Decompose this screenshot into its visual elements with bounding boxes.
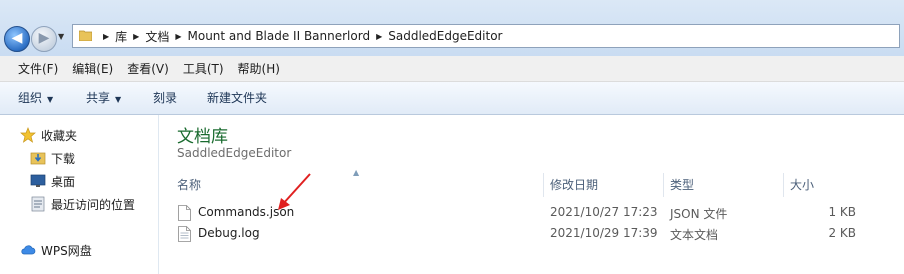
file-type: JSON 文件 — [670, 207, 728, 221]
column-header-type[interactable]: 类型 — [664, 173, 784, 197]
sidebar-item-downloads[interactable]: 下载 — [30, 148, 75, 168]
chevron-right-icon[interactable]: ▶ — [103, 32, 109, 41]
sidebar-item-label: 下载 — [51, 151, 76, 166]
menu-bar: 文件(F) 编辑(E) 查看(V) 工具(T) 帮助(H) — [0, 56, 904, 82]
menu-tools[interactable]: 工具(T) — [176, 60, 231, 77]
sidebar-item-label: WPS网盘 — [41, 243, 92, 258]
column-header-size[interactable]: 大小 — [784, 173, 862, 197]
burn-button[interactable]: 刻录 — [153, 82, 177, 114]
caret-down-icon: ▼ — [115, 95, 122, 104]
organize-label: 组织 — [18, 91, 43, 105]
chevron-right-icon[interactable]: ▶ — [133, 32, 139, 41]
back-button[interactable]: ◀ — [4, 26, 30, 52]
navigation-pane: 收藏夹 下载 桌面 最近访问的位置 WPS网盘 — [0, 115, 159, 274]
share-label: 共享 — [86, 91, 111, 105]
text-file-icon — [178, 226, 191, 242]
burn-label: 刻录 — [153, 91, 178, 105]
sidebar-item-label: 最近访问的位置 — [51, 197, 136, 212]
menu-edit[interactable]: 编辑(E) — [65, 60, 120, 77]
menu-help[interactable]: 帮助(H) — [231, 60, 287, 77]
file-name: Commands.json — [198, 205, 295, 219]
library-subtitle: SaddledEdgeEditor — [177, 146, 292, 160]
column-header-date[interactable]: 修改日期 — [544, 173, 664, 197]
address-bar[interactable]: ▶ 库 ▶ 文档 ▶ Mount and Blade II Bannerlord… — [72, 24, 900, 48]
organize-button[interactable]: 组织 ▼ — [18, 82, 53, 114]
desktop-icon — [30, 174, 46, 187]
command-bar: 组织 ▼ 共享 ▼ 刻录 新建文件夹 — [0, 82, 904, 115]
file-size: 1 KB — [828, 205, 856, 219]
file-list-pane: 文档库 SaddledEdgeEditor ▲ 名称 修改日期 类型 大小 Co… — [160, 115, 904, 274]
recent-pages-dropdown[interactable]: ▼ — [58, 30, 68, 44]
sidebar-item-favorites[interactable]: 收藏夹 — [20, 125, 77, 145]
file-type: 文本文档 — [670, 228, 719, 242]
breadcrumb-item[interactable]: 文档 — [145, 28, 169, 45]
cloud-icon — [21, 245, 36, 255]
file-date: 2021/10/27 17:23 — [550, 205, 658, 219]
file-name: Debug.log — [198, 226, 260, 240]
breadcrumb-item[interactable]: SaddledEdgeEditor — [388, 29, 502, 43]
file-row[interactable]: Debug.log 2021/10/29 17:39 文本文档 2 KB — [172, 224, 862, 245]
share-button[interactable]: 共享 ▼ — [86, 82, 121, 114]
sidebar-item-label: 桌面 — [51, 174, 76, 189]
new-folder-button[interactable]: 新建文件夹 — [207, 82, 267, 114]
star-icon — [20, 127, 36, 143]
caret-down-icon: ▼ — [47, 95, 54, 104]
breadcrumb-item[interactable]: 库 — [115, 28, 127, 45]
download-folder-icon — [30, 152, 46, 165]
chevron-right-icon[interactable]: ▶ — [175, 32, 181, 41]
new-folder-label: 新建文件夹 — [207, 91, 268, 105]
library-title: 文档库 — [177, 127, 228, 147]
breadcrumb: ▶ 库 ▶ 文档 ▶ Mount and Blade II Bannerlord… — [97, 25, 503, 47]
menu-view[interactable]: 查看(V) — [120, 60, 176, 77]
sidebar-item-desktop[interactable]: 桌面 — [30, 171, 75, 191]
menu-file[interactable]: 文件(F) — [0, 60, 65, 77]
file-date: 2021/10/29 17:39 — [550, 226, 658, 240]
breadcrumb-item[interactable]: Mount and Blade II Bannerlord — [188, 29, 371, 43]
chevron-right-icon[interactable]: ▶ — [376, 32, 382, 41]
file-icon — [178, 205, 191, 221]
file-row[interactable]: Commands.json 2021/10/27 17:23 JSON 文件 1… — [172, 203, 862, 224]
sidebar-item-label: 收藏夹 — [41, 128, 78, 143]
sidebar-item-wps[interactable]: WPS网盘 — [20, 240, 92, 260]
recent-places-icon — [31, 196, 45, 212]
folder-icon — [79, 30, 92, 41]
forward-button[interactable]: ▶ — [31, 26, 57, 52]
column-header-name[interactable]: 名称 — [171, 173, 544, 197]
file-size: 2 KB — [828, 226, 856, 240]
sidebar-item-recent[interactable]: 最近访问的位置 — [30, 194, 135, 214]
